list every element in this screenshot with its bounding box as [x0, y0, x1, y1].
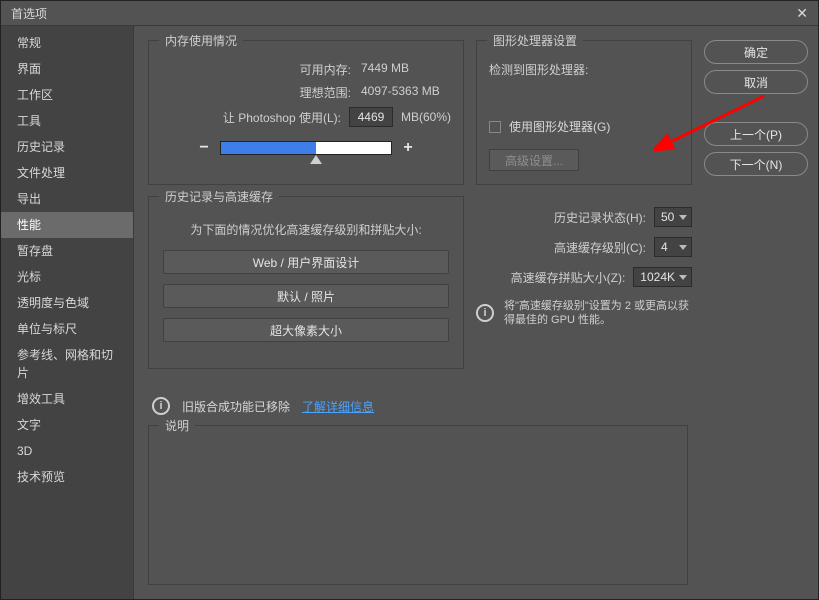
- description-panel: 说明: [148, 425, 688, 585]
- sidebar-item-10[interactable]: 透明度与色域: [1, 290, 133, 316]
- gpu-panel: 图形处理器设置 检测到图形处理器: 使用图形处理器(G) 高级设置...: [476, 40, 692, 185]
- panel-title-gpu: 图形处理器设置: [487, 32, 583, 49]
- sidebar-item-15[interactable]: 3D: [1, 438, 133, 464]
- sidebar-item-8[interactable]: 暂存盘: [1, 238, 133, 264]
- learn-more-link[interactable]: 了解详细信息: [302, 398, 374, 415]
- avail-mem-label: 可用内存:: [300, 61, 351, 78]
- cancel-button[interactable]: 取消: [704, 70, 808, 94]
- cache-settings: 历史记录状态(H): 50 高速缓存级别(C): 4 高速缓存拼贴大小(Z): …: [476, 207, 692, 369]
- sidebar-item-11[interactable]: 单位与标尺: [1, 316, 133, 342]
- close-icon[interactable]: ✕: [796, 5, 808, 22]
- preset-default-button[interactable]: 默认 / 照片: [163, 284, 449, 308]
- sidebar: 常规界面工作区工具历史记录文件处理导出性能暂存盘光标透明度与色域单位与标尺参考线…: [1, 26, 134, 599]
- gpu-detect-label: 检测到图形处理器:: [489, 61, 679, 78]
- panel-title-memory: 内存使用情况: [159, 32, 243, 49]
- sidebar-item-7[interactable]: 性能: [1, 212, 133, 238]
- sidebar-item-3[interactable]: 工具: [1, 108, 133, 134]
- gpu-advanced-button: 高级设置...: [489, 149, 579, 171]
- sidebar-item-14[interactable]: 文字: [1, 412, 133, 438]
- use-gpu-checkbox[interactable]: [489, 121, 501, 133]
- ideal-range-label: 理想范围:: [300, 84, 351, 101]
- preset-web-button[interactable]: Web / 用户界面设计: [163, 250, 449, 274]
- cache-levels-select[interactable]: 4: [654, 237, 692, 257]
- panel-title-history: 历史记录与高速缓存: [159, 188, 279, 205]
- preset-huge-button[interactable]: 超大像素大小: [163, 318, 449, 342]
- sidebar-item-1[interactable]: 界面: [1, 56, 133, 82]
- memory-slider[interactable]: [220, 141, 392, 155]
- slider-thumb-icon[interactable]: [310, 155, 322, 164]
- avail-mem-value: 7449 MB: [361, 61, 451, 78]
- memory-panel: 内存使用情况 可用内存: 7449 MB 理想范围: 4097-5363 MB …: [148, 40, 464, 185]
- use-gpu-label: 使用图形处理器(G): [509, 118, 610, 135]
- window-title: 首选项: [11, 5, 47, 22]
- history-desc: 为下面的情况优化高速缓存级别和拼贴大小:: [161, 221, 451, 238]
- sidebar-item-6[interactable]: 导出: [1, 186, 133, 212]
- info-icon: i: [476, 304, 494, 322]
- history-cache-panel: 历史记录与高速缓存 为下面的情况优化高速缓存级别和拼贴大小: Web / 用户界…: [148, 196, 464, 369]
- history-states-select[interactable]: 50: [654, 207, 692, 227]
- prev-button[interactable]: 上一个(P): [704, 122, 808, 146]
- sidebar-item-13[interactable]: 增效工具: [1, 386, 133, 412]
- let-use-label: 让 Photoshop 使用(L):: [223, 109, 341, 126]
- history-states-label: 历史记录状态(H):: [554, 209, 646, 226]
- info-icon: i: [152, 397, 170, 415]
- let-use-suffix: MB(60%): [401, 110, 451, 124]
- ok-button[interactable]: 确定: [704, 40, 808, 64]
- tip-text: 将"高速缓存级别"设置为 2 或更高以获得最佳的 GPU 性能。: [504, 299, 692, 327]
- sidebar-item-12[interactable]: 参考线、网格和切片: [1, 342, 133, 386]
- sidebar-item-4[interactable]: 历史记录: [1, 134, 133, 160]
- tile-size-select[interactable]: 1024K: [633, 267, 692, 287]
- slider-minus-button[interactable]: −: [198, 139, 210, 157]
- slider-plus-button[interactable]: +: [402, 139, 414, 157]
- sidebar-item-9[interactable]: 光标: [1, 264, 133, 290]
- sidebar-item-2[interactable]: 工作区: [1, 82, 133, 108]
- next-button[interactable]: 下一个(N): [704, 152, 808, 176]
- let-use-input[interactable]: [349, 107, 393, 127]
- legacy-text: 旧版合成功能已移除: [182, 398, 290, 415]
- ideal-range-value: 4097-5363 MB: [361, 84, 451, 101]
- sidebar-item-5[interactable]: 文件处理: [1, 160, 133, 186]
- sidebar-item-16[interactable]: 技术预览: [1, 464, 133, 490]
- panel-title-desc: 说明: [159, 417, 195, 434]
- cache-levels-label: 高速缓存级别(C):: [554, 239, 646, 256]
- sidebar-item-0[interactable]: 常规: [1, 30, 133, 56]
- tile-size-label: 高速缓存拼贴大小(Z):: [511, 269, 626, 286]
